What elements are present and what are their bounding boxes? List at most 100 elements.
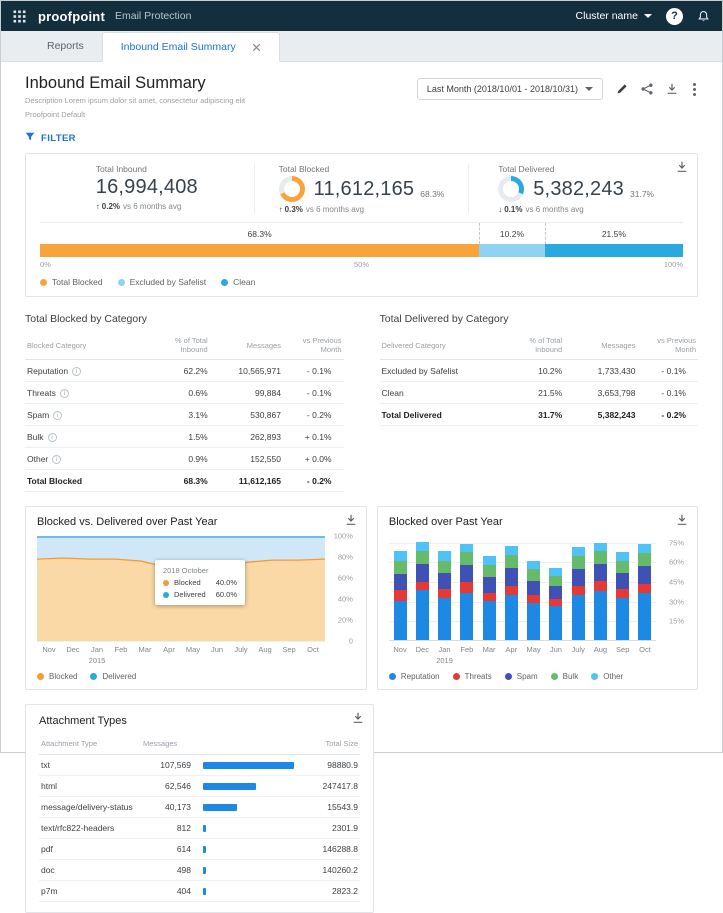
- legend-dot: [221, 279, 228, 286]
- table-row: p7m4042823.2: [39, 881, 360, 902]
- page-header: Inbound Email Summary Description Lorem …: [25, 74, 698, 120]
- stat-trend: ↑0.3%vs 6 months avg: [279, 205, 445, 214]
- bar-segment-spam: [616, 573, 629, 589]
- stat-trend: ↑0.2%vs 6 months avg: [96, 202, 198, 211]
- bar-segment-other: [483, 556, 496, 565]
- x-axis-year-label: 2015: [85, 656, 109, 665]
- y-axis-label: 20%: [338, 616, 353, 625]
- area-plot[interactable]: 2018 October Blocked40.0%Delivered60.0%: [37, 536, 325, 641]
- total-size-cell: 15543.9: [300, 797, 360, 818]
- date-range-dropdown[interactable]: Last Month (2018/10/01 - 2018/10/31): [417, 78, 603, 100]
- percent-cell: 0.6%: [146, 382, 210, 404]
- bar-segment-other: [638, 544, 651, 553]
- bar-segment-bulk: [483, 565, 496, 577]
- info-icon[interactable]: i: [53, 411, 62, 420]
- edit-icon[interactable]: [616, 83, 628, 95]
- x-axis-month-label: Sep: [612, 645, 634, 654]
- y-axis: 100%80%60%40%20%0: [325, 536, 355, 641]
- bar-dec[interactable]: [416, 542, 429, 640]
- info-icon[interactable]: i: [72, 367, 81, 376]
- segment-divider: [479, 223, 480, 244]
- legend-item[interactable]: Spam: [505, 672, 538, 681]
- download-icon[interactable]: [676, 161, 688, 173]
- share-icon[interactable]: [641, 83, 653, 95]
- bar-segment: [545, 244, 683, 257]
- legend-label: Bulk: [563, 672, 579, 681]
- bar-jun[interactable]: [549, 568, 562, 640]
- legend-label: Other: [603, 672, 623, 681]
- cluster-dropdown[interactable]: Cluster name: [576, 10, 652, 22]
- table-row: Otheri0.9%152,550+ 0.0%: [25, 448, 344, 470]
- bar-segment-reputation: [394, 601, 407, 640]
- vs-previous-cell: - 0.1%: [283, 382, 344, 404]
- stacked-bar: [40, 244, 683, 257]
- x-axis-month-label: Dec: [61, 645, 85, 654]
- percent-cell: 3.1%: [146, 404, 210, 426]
- tab-inbound-email-summary[interactable]: Inbound Email Summary: [102, 32, 280, 62]
- messages-cell: 530,867: [210, 404, 283, 426]
- info-icon[interactable]: i: [48, 433, 57, 442]
- messages-bar: [203, 804, 237, 811]
- bar-feb[interactable]: [460, 544, 473, 640]
- x-axis-month-label: Apr: [500, 645, 522, 654]
- bar-aug[interactable]: [594, 543, 607, 640]
- table-row: Excluded by Safelist10.2%1,733,430- 0.1%: [380, 360, 699, 382]
- info-icon[interactable]: i: [52, 455, 61, 464]
- summary-stat: Total Delivered5,382,24331.7%↓0.1%vs 6 m…: [468, 164, 683, 214]
- legend-item[interactable]: Threats: [453, 672, 492, 681]
- bar-sep[interactable]: [616, 552, 629, 640]
- attachments-table: Attachment TypeMessagesTotal Sizetxt107,…: [39, 735, 360, 902]
- bar-july[interactable]: [572, 547, 585, 640]
- apps-grid-icon[interactable]: [13, 10, 26, 23]
- bell-icon[interactable]: [697, 10, 710, 23]
- legend-dot: [37, 673, 44, 680]
- download-icon[interactable]: [666, 83, 678, 95]
- x-axis-month-label: Nov: [37, 645, 61, 654]
- bar-jan[interactable]: [438, 551, 451, 640]
- table-row: message/delivery-status40,17315543.9: [39, 797, 360, 818]
- info-icon[interactable]: i: [60, 389, 69, 398]
- download-icon[interactable]: [352, 712, 364, 724]
- download-icon[interactable]: [676, 514, 688, 526]
- legend-item[interactable]: Other: [591, 672, 623, 681]
- filter-toggle[interactable]: FILTER: [25, 132, 698, 145]
- header-row: Delivered Category% of Total InboundMess…: [380, 333, 699, 360]
- messages-bar-cell: [193, 860, 300, 881]
- legend-item[interactable]: Delivered: [90, 672, 136, 681]
- bar-mar[interactable]: [483, 556, 496, 640]
- axis-tick-label: 0%: [40, 260, 51, 269]
- summary-stat: Total Blocked11,612,16568.3%↑0.3%vs 6 mo…: [254, 164, 469, 214]
- bar-segment-bulk: [394, 561, 407, 574]
- messages-bar-cell: [193, 881, 300, 902]
- legend-item[interactable]: Blocked: [37, 672, 77, 681]
- x-axis-month-label: Mar: [133, 645, 157, 654]
- bar-nov[interactable]: [394, 551, 407, 640]
- bar-segment-other: [438, 551, 451, 562]
- bar-oct[interactable]: [638, 544, 651, 640]
- legend-item[interactable]: Reputation: [389, 672, 440, 681]
- bar-apr[interactable]: [505, 546, 518, 640]
- legend-dot: [551, 673, 558, 680]
- category-name: Clean: [382, 388, 404, 398]
- date-range-label: Last Month (2018/10/01 - 2018/10/31): [427, 84, 578, 94]
- charts-section: Blocked vs. Delivered over Past Year 201…: [25, 506, 698, 690]
- download-icon[interactable]: [345, 514, 357, 526]
- bar-plot[interactable]: [389, 536, 656, 641]
- bar-segment-spam: [416, 564, 429, 582]
- tab-reports[interactable]: Reports: [29, 31, 102, 61]
- close-icon[interactable]: [252, 43, 261, 52]
- bar-segment-spam: [460, 565, 473, 582]
- legend-item[interactable]: Bulk: [551, 672, 579, 681]
- kebab-menu-icon[interactable]: [691, 81, 698, 98]
- bar-segment-spam: [549, 586, 562, 599]
- bar-chart-card: Blocked over Past Year 75%60%45%30%15% N…: [377, 506, 698, 690]
- vs-previous-cell: - 0.2%: [283, 404, 344, 426]
- category-cell: Clean: [380, 382, 501, 404]
- table-row: text/rfc822-headers8122301.9: [39, 818, 360, 839]
- axis-tick-label: 50%: [354, 260, 369, 269]
- x-axis-label: Jan2015: [85, 645, 109, 665]
- help-icon[interactable]: ?: [666, 8, 683, 25]
- bar-may[interactable]: [527, 561, 540, 640]
- bar-segment-spam: [394, 574, 407, 590]
- x-axis-label: Jan2019: [433, 645, 455, 665]
